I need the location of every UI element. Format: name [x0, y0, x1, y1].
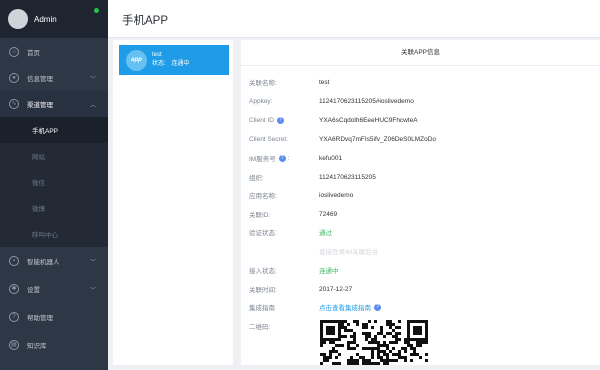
submenu-item-wechat[interactable]: 微信 — [0, 169, 108, 195]
app-status: 状态: 连通中 — [152, 60, 189, 69]
sidebar-item-label: 首页 — [27, 50, 40, 57]
channel-icon: ∿ — [9, 99, 19, 109]
info-row: Appkey: 1124170623115205#ioslivedemo — [249, 96, 414, 106]
info-row: 应用名称: ioslivedemo — [249, 190, 354, 201]
app-meta: test 状态: 连通中 — [152, 51, 189, 69]
info-label: 应用名称: — [249, 193, 277, 200]
info-label: Client ID — [249, 116, 274, 124]
avatar[interactable] — [8, 9, 28, 29]
info-value: 1124170623115205 — [319, 173, 376, 181]
info-row: 关联时间: 2017-12-27 — [249, 284, 353, 295]
app-status-value: 连通中 — [171, 61, 190, 67]
username: Admin — [34, 14, 57, 24]
sidebar: Admin ⌂ 首页 ● 信息管理 ﹀ ∿ 渠道管理 ︿ 手机APP 网站 微信… — [0, 0, 108, 370]
online-status-dot — [94, 8, 99, 13]
info-row: 关联名称: test — [249, 77, 330, 88]
sidebar-item-help[interactable]: ? 帮助管理 — [0, 303, 108, 331]
im-backend-login-link[interactable]: 直接登录IM关联后台 — [319, 246, 378, 256]
info-row: 组织: 1124170623115205 — [249, 172, 376, 183]
gear-icon: ✱ — [9, 284, 19, 294]
user-icon: ● — [9, 73, 19, 83]
sidebar-item-settings[interactable]: ✱ 设置 ﹀ — [0, 275, 108, 303]
info-panel-title: 关联APP信息 — [241, 40, 600, 66]
label-colon: : — [287, 154, 290, 162]
info-value: kefu001 — [319, 154, 343, 162]
info-label: 验证状态: — [249, 230, 277, 237]
info-label: Appkey: — [249, 97, 273, 105]
app-list-item[interactable]: app test 状态: 连通中 — [119, 45, 229, 75]
app-logo-icon: app — [126, 49, 147, 71]
sidebar-item-home[interactable]: ⌂ 首页 — [0, 39, 108, 65]
info-row: Client ID ? YXA6sCqdolh6EeeHUC9FhcwteA — [249, 115, 418, 125]
info-value: YXA6sCqdolh6EeeHUC9FhcwteA — [319, 116, 418, 124]
app-status-label: 状态: — [152, 61, 166, 67]
submenu-item-mobile-app[interactable]: 手机APP — [0, 117, 108, 143]
qr-code — [320, 320, 428, 365]
info-label-with-help: Client ID ? — [249, 116, 319, 124]
sidebar-item-label: 设置 — [27, 287, 40, 294]
info-label: 关联ID: — [249, 212, 271, 219]
info-value: 2017-12-27 — [319, 285, 353, 293]
info-value: 1124170623115205#ioslivedemo — [319, 97, 414, 105]
info-value: ioslivedemo — [319, 191, 354, 199]
info-label: 二维码: — [249, 324, 271, 331]
info-row: 接入状态: 连通中 — [249, 265, 339, 275]
info-label: 接入状态: — [249, 268, 277, 275]
user-panel: Admin — [0, 0, 108, 38]
verify-status-value: 通过 — [319, 230, 332, 237]
info-label: 组织: — [249, 175, 264, 182]
submenu-item-call-center[interactable]: 呼叫中心 — [0, 221, 108, 247]
info-value: 72469 — [319, 210, 338, 218]
info-value: YXA6RDvq7mFIs5ifv_Z06DeS0LMZoDo — [319, 135, 437, 143]
home-icon: ⌂ — [9, 47, 19, 57]
info-row: 直接登录IM关联后台 — [249, 246, 378, 256]
sidebar-item-knowledge[interactable]: ▤ 知识库 — [0, 331, 108, 359]
info-row: 二维码: — [249, 321, 319, 331]
robot-icon: ▪ — [9, 256, 19, 266]
chevron-down-icon: ﹀ — [89, 287, 96, 294]
sidebar-item-label: 知识库 — [27, 343, 47, 350]
help-icon: ? — [9, 312, 19, 322]
page-header: 手机APP — [108, 0, 600, 38]
help-icon[interactable]: ? — [278, 154, 286, 162]
app-info-panel: 关联APP信息 关联名称: test Appkey: 1124170623115… — [241, 40, 600, 365]
sidebar-item-label: 帮助管理 — [27, 315, 53, 322]
sidebar-item-label: 渠道管理 — [27, 102, 53, 109]
info-label: IM服务号 — [249, 156, 276, 163]
chevron-up-icon: ︿ — [89, 102, 96, 109]
access-status-value: 连通中 — [319, 268, 339, 275]
submenu-item-weibo[interactable]: 微博 — [0, 195, 108, 221]
info-value: test — [319, 78, 330, 86]
info-row: 集成指南 点击查看集成指南 ? — [249, 302, 381, 312]
app-name: test — [152, 52, 162, 58]
sidebar-item-info-management[interactable]: ● 信息管理 ﹀ — [0, 65, 108, 91]
info-label: 集成指南 — [249, 305, 275, 312]
info-row: IM服务号 ? : kefu001 — [249, 153, 342, 163]
book-icon: ▤ — [9, 340, 19, 350]
help-icon[interactable]: ? — [276, 116, 284, 124]
info-row: 验证状态: 通过 — [249, 227, 332, 237]
help-icon[interactable]: ? — [374, 303, 381, 311]
info-row: Client Secret: YXA6RDvq7mFIs5ifv_Z06DeS0… — [249, 134, 436, 144]
app-list-panel: app test 状态: 连通中 — [113, 40, 233, 365]
chevron-down-icon: ﹀ — [89, 259, 96, 266]
channel-submenu: 手机APP 网站 微信 微博 呼叫中心 — [0, 117, 108, 247]
page-title: 手机APP — [122, 15, 169, 27]
sidebar-item-robot[interactable]: ▪ 智能机器人 ﹀ — [0, 247, 108, 275]
chevron-down-icon: ﹀ — [89, 76, 96, 83]
info-label: Client Secret: — [249, 135, 289, 143]
info-row: 关联ID: 72469 — [249, 209, 338, 220]
sidebar-item-label: 信息管理 — [27, 76, 53, 83]
integration-guide-link[interactable]: 点击查看集成指南 — [319, 302, 371, 312]
info-label: 关联时间: — [249, 287, 277, 294]
sidebar-item-channel-management[interactable]: ∿ 渠道管理 ︿ — [0, 91, 108, 117]
submenu-item-website[interactable]: 网站 — [0, 143, 108, 169]
info-label-with-help: IM服务号 ? : — [249, 153, 319, 163]
sidebar-item-label: 智能机器人 — [27, 259, 60, 266]
info-label: 关联名称: — [249, 80, 277, 87]
